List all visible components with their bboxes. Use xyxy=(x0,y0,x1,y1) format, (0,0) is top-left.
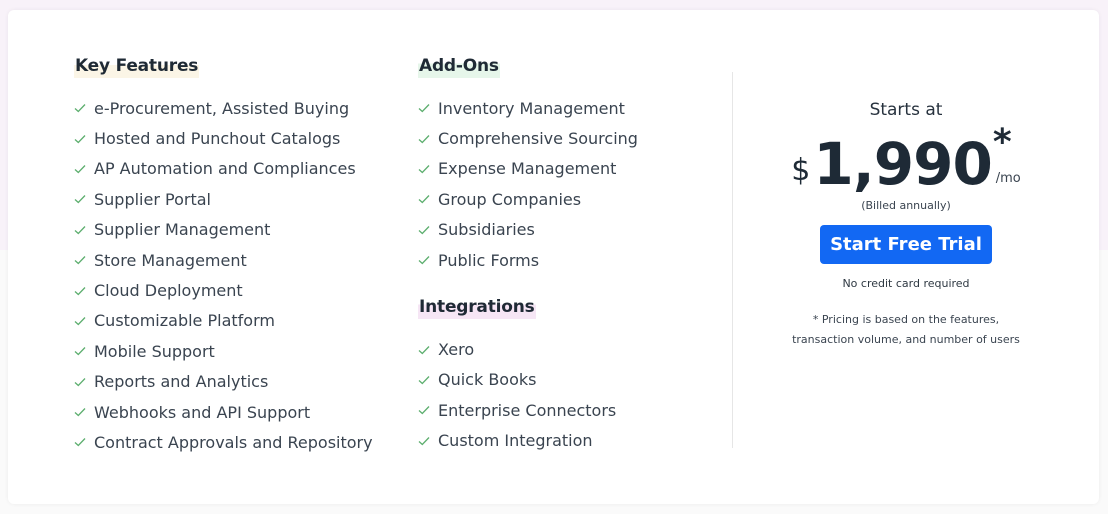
check-icon xyxy=(74,101,94,115)
check-icon xyxy=(418,403,438,417)
integrations-heading: Integrations xyxy=(418,295,536,320)
check-icon xyxy=(74,223,94,237)
addon-item: Expense Management xyxy=(418,154,638,184)
feature-label: Customizable Platform xyxy=(94,311,275,331)
integration-label: Enterprise Connectors xyxy=(438,400,617,420)
check-icon xyxy=(74,344,94,358)
feature-label: Store Management xyxy=(94,250,247,270)
addons-list: Inventory Management Comprehensive Sourc… xyxy=(418,93,638,275)
price-currency: $ xyxy=(791,153,811,188)
feature-label: Hosted and Punchout Catalogs xyxy=(94,129,341,149)
feature-item: AP Automation and Compliances xyxy=(74,154,373,184)
key-features-column: Key Features e-Procurement, Assisted Buy… xyxy=(74,54,373,458)
check-icon xyxy=(418,253,438,267)
feature-label: Webhooks and API Support xyxy=(94,402,311,422)
pricing-disclaimer: * Pricing is based on the features, tran… xyxy=(768,310,1044,350)
start-free-trial-button[interactable]: Start Free Trial xyxy=(820,225,992,264)
integration-label: Quick Books xyxy=(438,370,537,390)
check-icon xyxy=(418,192,438,206)
integration-item: Enterprise Connectors xyxy=(418,395,638,425)
feature-label: Mobile Support xyxy=(94,341,215,361)
pricing-disclaimer-line: * Pricing is based on the features, xyxy=(812,313,1000,326)
check-icon xyxy=(418,434,438,448)
check-icon xyxy=(74,375,94,389)
check-icon xyxy=(74,132,94,146)
check-icon xyxy=(418,132,438,146)
price-amount: 1,990 xyxy=(813,130,992,198)
check-icon xyxy=(418,373,438,387)
feature-label: Cloud Deployment xyxy=(94,281,243,301)
integration-label: Custom Integration xyxy=(438,431,593,451)
billing-note: (Billed annually) xyxy=(861,199,951,212)
feature-label: Supplier Portal xyxy=(94,189,211,209)
feature-label: Supplier Management xyxy=(94,220,271,240)
feature-item: Reports and Analytics xyxy=(74,367,373,397)
check-icon xyxy=(74,314,94,328)
price: $ 1,990 * /mo xyxy=(768,122,1044,198)
integration-item: Quick Books xyxy=(418,365,638,395)
feature-item: Supplier Management xyxy=(74,215,373,245)
check-icon xyxy=(418,101,438,115)
addon-label: Group Companies xyxy=(438,189,582,209)
pricing-panel: Starts at $ 1,990 * /mo (Billed annually… xyxy=(768,98,1044,350)
addon-label: Expense Management xyxy=(438,159,617,179)
addon-label: Public Forms xyxy=(438,250,540,270)
feature-item: e-Procurement, Assisted Buying xyxy=(74,93,373,123)
feature-item: Customizable Platform xyxy=(74,306,373,336)
price-period: /mo xyxy=(995,171,1021,186)
key-features-heading: Key Features xyxy=(74,54,200,78)
check-icon xyxy=(74,253,94,267)
check-icon xyxy=(74,435,94,449)
check-icon xyxy=(418,223,438,237)
addon-item: Subsidiaries xyxy=(418,215,638,245)
column-divider xyxy=(732,72,733,448)
feature-item: Store Management xyxy=(74,245,373,275)
addon-item: Inventory Management xyxy=(418,93,638,123)
addons-heading: Add-Ons xyxy=(418,54,500,78)
check-icon xyxy=(74,405,94,419)
addon-item: Public Forms xyxy=(418,245,638,275)
feature-item: Supplier Portal xyxy=(74,184,373,214)
feature-label: e-Procurement, Assisted Buying xyxy=(94,98,350,118)
check-icon xyxy=(418,162,438,176)
feature-item: Webhooks and API Support xyxy=(74,397,373,427)
pricing-disclaimer-line: transaction volume, and number of users xyxy=(792,333,1020,346)
key-features-list: e-Procurement, Assisted Buying Hosted an… xyxy=(74,93,373,458)
check-icon xyxy=(74,284,94,298)
feature-item: Contract Approvals and Repository xyxy=(74,427,373,457)
integration-item: Xero xyxy=(418,334,638,364)
starts-at-label: Starts at xyxy=(869,100,943,120)
integrations-section: Integrations Xero Quick Books Enterprise… xyxy=(418,295,638,456)
feature-label: AP Automation and Compliances xyxy=(94,159,356,179)
addon-label: Inventory Management xyxy=(438,98,625,118)
check-icon xyxy=(74,192,94,206)
addon-label: Subsidiaries xyxy=(438,220,535,240)
feature-item: Mobile Support xyxy=(74,336,373,366)
feature-item: Cloud Deployment xyxy=(74,275,373,305)
integration-label: Xero xyxy=(438,340,475,360)
no-credit-card-note: No credit card required xyxy=(842,277,970,290)
integrations-list: Xero Quick Books Enterprise Connectors C… xyxy=(418,334,638,456)
addon-label: Comprehensive Sourcing xyxy=(438,129,638,149)
check-icon xyxy=(74,162,94,176)
addons-column: Add-Ons Inventory Management Comprehensi… xyxy=(418,54,638,456)
check-icon xyxy=(418,343,438,357)
addon-item: Comprehensive Sourcing xyxy=(418,123,638,153)
price-asterisk: * xyxy=(992,122,1012,163)
feature-label: Contract Approvals and Repository xyxy=(94,432,373,452)
pricing-card: Key Features e-Procurement, Assisted Buy… xyxy=(8,10,1099,504)
addon-item: Group Companies xyxy=(418,184,638,214)
feature-item: Hosted and Punchout Catalogs xyxy=(74,123,373,153)
integration-item: Custom Integration xyxy=(418,426,638,456)
feature-label: Reports and Analytics xyxy=(94,372,269,392)
